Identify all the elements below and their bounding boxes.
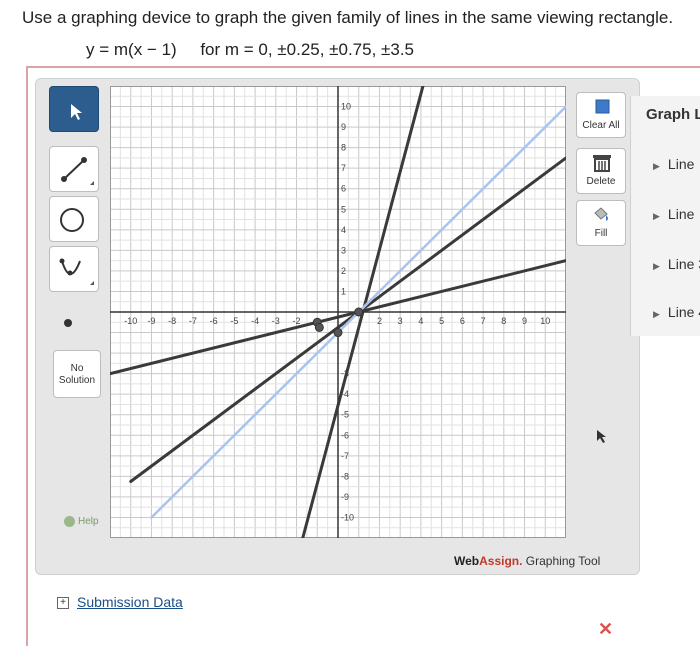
webassign-branding: WebAssign. Graphing Tool: [454, 554, 600, 568]
x-tick-label: -7: [189, 316, 197, 326]
y-tick-label: 4: [341, 225, 346, 235]
x-tick-label: -6: [210, 316, 218, 326]
fill-label: Fill: [594, 228, 608, 239]
y-tick-label: 2: [341, 266, 346, 276]
incorrect-mark-icon: ✕: [598, 619, 614, 639]
trash-icon: [593, 155, 611, 172]
clear-all-label: Clear All: [582, 120, 620, 131]
y-tick-label: 10: [341, 102, 351, 112]
paint-bucket-icon: [594, 207, 608, 221]
help-link[interactable]: Help: [64, 516, 99, 527]
y-tick-label: -9: [341, 492, 349, 502]
no-solution-button[interactable]: No Solution: [53, 350, 101, 398]
line-tool-button[interactable]: [49, 146, 99, 192]
graph-point: [314, 322, 324, 332]
expand-triangle-icon: ▶: [653, 211, 660, 221]
pointer-tool-button[interactable]: [49, 86, 99, 132]
equation-formula: y = m(x − 1): [86, 40, 177, 59]
delete-label: Delete: [586, 176, 616, 187]
pointer-icon: [71, 104, 82, 120]
no-solution-label-1: No: [70, 363, 84, 374]
submission-data-link[interactable]: + Submission Data: [57, 594, 183, 610]
graph-point: [354, 307, 364, 317]
brand-assign: Assign.: [479, 554, 523, 568]
graph-layers-title: Graph L: [646, 106, 700, 123]
x-tick-label: 8: [501, 316, 506, 326]
graph-canvas[interactable]: -10 -9 -8 -7 -6 -5 -4 -3 -2 2 3 4 5 6 7 8 9 10 10 9 8 7 6 5 4 3 2 1…: [110, 86, 566, 538]
x-tick-label: -3: [272, 316, 280, 326]
x-tick-label: -5: [230, 316, 238, 326]
brand-tool-name: Graphing Tool: [522, 554, 601, 568]
clear-all-button[interactable]: Clear All: [576, 92, 626, 138]
graph-layers-panel: Graph L ▶ Line ▶ Line ▶ Line 3 ▶ Line 4: [630, 96, 700, 336]
point-tool-icon: [64, 319, 72, 327]
y-tick-label: 5: [341, 204, 346, 214]
expand-plus-icon: +: [57, 597, 69, 610]
layer-item-label: Line: [667, 206, 695, 222]
delete-button[interactable]: Delete: [576, 148, 626, 194]
layer-item[interactable]: ▶ Line: [653, 156, 694, 172]
circle-tool-icon: [60, 208, 84, 232]
submission-data-label: Submission Data: [77, 594, 183, 610]
y-tick-label: -7: [341, 451, 349, 461]
no-solution-label-2: Solution: [58, 375, 96, 386]
layer-item-label: Line: [667, 156, 695, 172]
help-icon: [64, 516, 75, 527]
help-label: Help: [78, 516, 99, 528]
line-tool-icon: [61, 157, 94, 185]
graph-point: [333, 328, 343, 338]
x-tick-label: -4: [251, 316, 259, 326]
circle-tool-button[interactable]: [49, 196, 99, 242]
x-tick-label: 5: [439, 316, 444, 326]
brand-web: Web: [454, 554, 480, 568]
x-tick-label: 2: [377, 316, 382, 326]
expand-triangle-icon: ▶: [653, 161, 660, 171]
x-tick-label: -9: [147, 316, 155, 326]
x-tick-label: 10: [540, 316, 550, 326]
x-tick-label: 3: [398, 316, 403, 326]
y-tick-label: -5: [341, 410, 349, 420]
x-tick-label: -8: [168, 316, 176, 326]
parabola-tool-button[interactable]: [49, 246, 99, 292]
layer-item-label: Line 3: [667, 256, 700, 272]
expand-triangle-icon: ▶: [653, 309, 660, 319]
y-tick-label: -10: [341, 512, 354, 522]
question-text: Use a graphing device to graph the given…: [22, 8, 674, 27]
equation-condition: for m = 0, ±0.25, ±0.75, ±3.5: [200, 40, 414, 59]
y-tick-label: 3: [341, 245, 346, 255]
x-tick-label: 7: [481, 316, 486, 326]
layer-item[interactable]: ▶ Line: [653, 206, 694, 222]
y-tick-label: 7: [341, 163, 346, 173]
expand-triangle-icon: ▶: [653, 261, 660, 271]
layer-item[interactable]: ▶ Line 3: [653, 256, 700, 272]
x-tick-label: -2: [293, 316, 301, 326]
x-tick-label: -10: [124, 316, 137, 326]
fill-button[interactable]: Fill: [576, 200, 626, 246]
y-tick-label: 9: [341, 122, 346, 132]
parabola-tool-icon: [59, 258, 94, 285]
point-tool-button[interactable]: [49, 300, 99, 346]
y-tick-label: 1: [341, 286, 346, 296]
y-tick-label: -8: [341, 471, 349, 481]
x-tick-label: 6: [460, 316, 465, 326]
x-tick-label: 4: [418, 316, 423, 326]
equation: y = m(x − 1) for m = 0, ±0.25, ±0.75, ±3…: [86, 40, 414, 60]
layer-item[interactable]: ▶ Line 4: [653, 304, 700, 320]
y-tick-label: -6: [341, 430, 349, 440]
y-tick-label: 6: [341, 184, 346, 194]
clear-all-icon: [595, 99, 610, 114]
y-tick-label: 8: [341, 143, 346, 153]
cursor-icon: [597, 430, 606, 443]
layer-item-label: Line 4: [667, 304, 700, 320]
x-tick-label: 9: [522, 316, 527, 326]
